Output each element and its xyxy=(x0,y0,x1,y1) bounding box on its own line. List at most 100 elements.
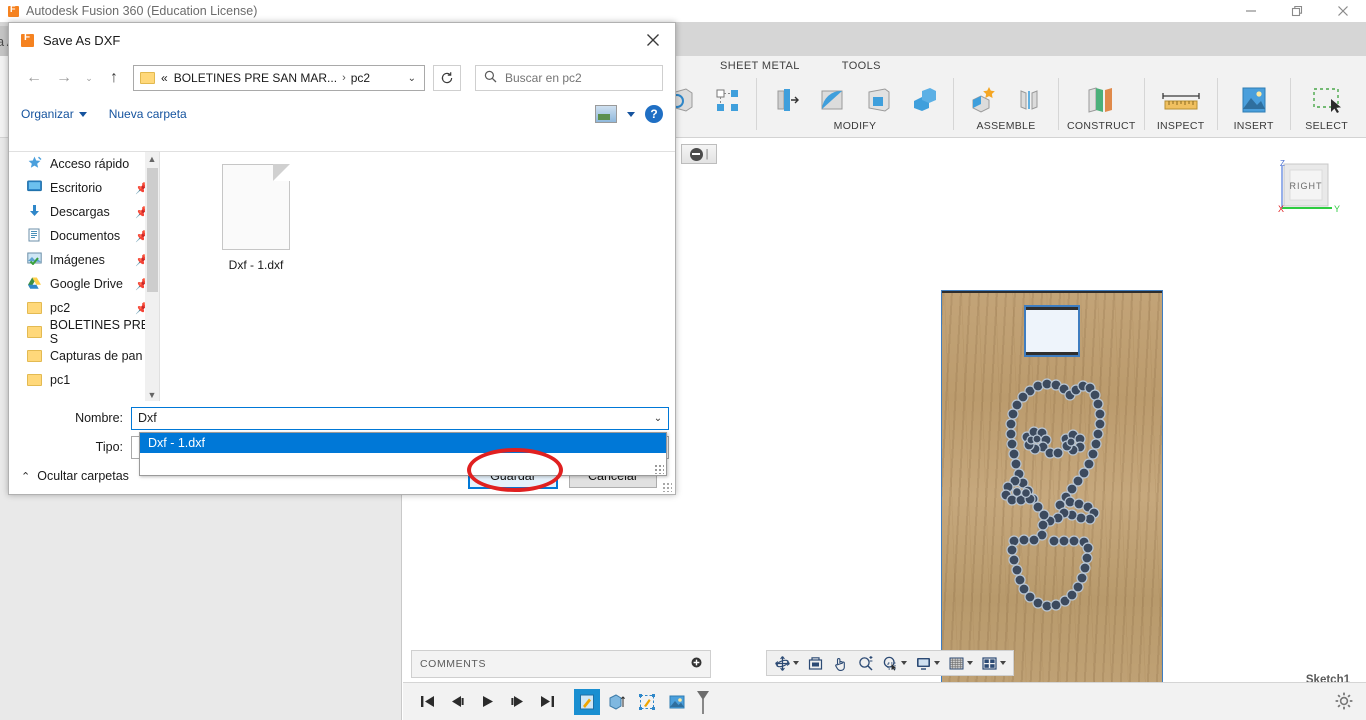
save-as-dialog[interactable]: Save As DXF ← → ⌄ ↑ « BOLETINES PRE SAN … xyxy=(8,22,676,495)
search-input-wrapper[interactable] xyxy=(475,65,663,91)
filename-autocomplete-popup[interactable]: Dxf - 1.dxf xyxy=(139,432,667,476)
sidebar-item-documentos[interactable]: Documentos 📌 xyxy=(9,224,159,248)
sketch-pattern-icon[interactable] xyxy=(706,80,748,120)
measure-icon[interactable] xyxy=(1153,80,1209,120)
resize-grip-icon[interactable] xyxy=(654,464,664,474)
timeline-feature-sketch[interactable] xyxy=(574,688,600,715)
restore-icon[interactable] xyxy=(1274,0,1320,22)
sidebar-item-pc1[interactable]: pc1 xyxy=(9,368,159,392)
search-input[interactable] xyxy=(505,71,654,85)
chevron-down-icon[interactable] xyxy=(901,661,907,665)
comments-label: COMMENTS xyxy=(420,658,487,670)
recent-locations-chevron-icon[interactable]: ⌄ xyxy=(81,65,97,91)
add-comment-icon[interactable] xyxy=(691,657,702,671)
dialog-title: Save As DXF xyxy=(43,32,121,48)
scroll-up-icon[interactable]: ▲ xyxy=(148,152,157,166)
sidebar-item-escritorio[interactable]: Escritorio 📌 xyxy=(9,176,159,200)
sidebar-item-label: Documentos xyxy=(50,229,121,243)
autocomplete-item-0[interactable]: Dxf - 1.dxf xyxy=(140,433,666,453)
chevron-down-icon[interactable]: ⌄ xyxy=(404,73,420,84)
forward-arrow-icon[interactable]: → xyxy=(51,65,77,91)
ribbon-group-label[interactable]: SELECT xyxy=(1305,120,1348,132)
timeline-marker[interactable] xyxy=(695,689,711,715)
breadcrumb-part-0[interactable]: BOLETINES PRE SAN MAR... xyxy=(174,71,337,85)
ribbon-tab-tools[interactable]: TOOLS xyxy=(842,60,881,72)
ribbon-group-label[interactable]: INSPECT xyxy=(1157,120,1205,132)
breadcrumb[interactable]: « BOLETINES PRE SAN MAR... › pc2 ⌄ xyxy=(133,65,425,91)
chevron-down-icon[interactable] xyxy=(934,661,940,665)
breadcrumb-overflow[interactable]: « xyxy=(161,71,168,85)
scroll-down-icon[interactable]: ▼ xyxy=(148,388,157,401)
sidebar-scrollbar[interactable]: ▲ ▼ xyxy=(145,152,159,401)
joint-icon[interactable] xyxy=(1008,80,1050,120)
combine-icon[interactable] xyxy=(903,80,945,120)
timeline-feature-extrude[interactable] xyxy=(604,689,630,715)
file-list[interactable]: Dxf - 1.dxf xyxy=(159,152,675,401)
orbit-icon[interactable] xyxy=(771,652,802,674)
step-forward-icon[interactable] xyxy=(503,688,531,716)
zoom-icon[interactable] xyxy=(854,652,877,674)
chevron-down-icon[interactable] xyxy=(627,111,635,117)
look-at-icon[interactable] xyxy=(804,652,827,674)
sidebar-item-descargas[interactable]: Descargas 📌 xyxy=(9,200,159,224)
grid-snap-icon[interactable] xyxy=(945,652,976,674)
ribbon-group-label[interactable]: MODIFY xyxy=(834,120,877,132)
file-item-dxf-1[interactable]: Dxf - 1.dxf xyxy=(204,164,308,272)
sidebar-item-pc2[interactable]: pc2 📌 xyxy=(9,296,159,320)
press-pull-icon[interactable] xyxy=(765,80,807,120)
ribbon-group-label[interactable]: INSERT xyxy=(1234,120,1274,132)
dialog-resize-grip-icon[interactable] xyxy=(662,482,672,492)
close-icon[interactable] xyxy=(1320,0,1366,22)
comments-bar[interactable]: COMMENTS xyxy=(411,650,711,678)
up-arrow-icon[interactable]: ↑ xyxy=(101,65,127,91)
organize-menu[interactable]: Organizar xyxy=(21,107,87,121)
offset-plane-icon[interactable] xyxy=(1073,80,1129,120)
timeline-feature-sketch2[interactable] xyxy=(634,689,660,715)
view-layout-icon[interactable] xyxy=(595,105,617,123)
gear-icon[interactable] xyxy=(1334,691,1356,713)
filetype-label: Tipo: xyxy=(95,440,123,454)
viewports-icon[interactable] xyxy=(978,652,1009,674)
minimize-icon[interactable] xyxy=(1228,0,1274,22)
chevron-down-icon[interactable] xyxy=(1000,661,1006,665)
ribbon-group-label[interactable]: ASSEMBLE xyxy=(976,120,1035,132)
dialog-close-icon[interactable] xyxy=(631,23,675,57)
zoom-window-icon[interactable] xyxy=(879,652,910,674)
breadcrumb-part-1[interactable]: pc2 xyxy=(351,71,370,85)
insert-image-icon[interactable] xyxy=(1226,80,1282,120)
new-component-icon[interactable] xyxy=(962,80,1004,120)
sidebar-item-boletines[interactable]: BOLETINES PRE S xyxy=(9,318,159,346)
back-arrow-icon[interactable]: ← xyxy=(21,65,47,91)
new-folder-button[interactable]: Nueva carpeta xyxy=(109,107,187,121)
step-back-icon[interactable] xyxy=(443,688,471,716)
panel-collapse-button[interactable]: | xyxy=(681,144,717,164)
fillet-icon[interactable] xyxy=(811,80,853,120)
play-icon[interactable] xyxy=(473,688,501,716)
refresh-icon[interactable] xyxy=(433,65,461,91)
svg-text:RIGHT: RIGHT xyxy=(1290,181,1323,191)
timeline-feature-canvas[interactable] xyxy=(664,689,690,715)
go-to-end-icon[interactable] xyxy=(533,688,561,716)
scrollbar-thumb[interactable] xyxy=(146,168,158,292)
folder-icon xyxy=(27,350,42,362)
ribbon-tab-sheet-metal[interactable]: SHEET METAL xyxy=(720,60,800,72)
chevron-down-icon[interactable] xyxy=(967,661,973,665)
app-title: Autodesk Fusion 360 (Education License) xyxy=(26,4,258,18)
help-icon[interactable]: ? xyxy=(645,105,663,123)
sidebar-item-acceso-rapido[interactable]: Acceso rápido xyxy=(9,152,159,176)
hide-folders-toggle[interactable]: ⌃ Ocultar carpetas xyxy=(21,469,129,483)
display-settings-icon[interactable] xyxy=(912,652,943,674)
shell-icon[interactable] xyxy=(857,80,899,120)
sidebar-item-capturas[interactable]: Capturas de pan xyxy=(9,344,159,368)
ribbon-group-label[interactable]: CONSTRUCT xyxy=(1067,120,1136,132)
chevron-down-icon[interactable]: ⌄ xyxy=(648,413,668,424)
chevron-down-icon[interactable] xyxy=(793,661,799,665)
filename-input[interactable]: Dxf ⌄ xyxy=(131,406,669,430)
sidebar-item-imagenes[interactable]: Imágenes 📌 xyxy=(9,248,159,272)
go-to-beginning-icon[interactable] xyxy=(413,688,441,716)
select-window-icon[interactable] xyxy=(1299,80,1355,120)
sidebar-item-google-drive[interactable]: Google Drive 📌 xyxy=(9,272,159,296)
pan-icon[interactable] xyxy=(829,652,852,674)
svg-text:Z: Z xyxy=(1280,159,1285,168)
view-cube[interactable]: RIGHT X Y Z xyxy=(1268,156,1348,226)
